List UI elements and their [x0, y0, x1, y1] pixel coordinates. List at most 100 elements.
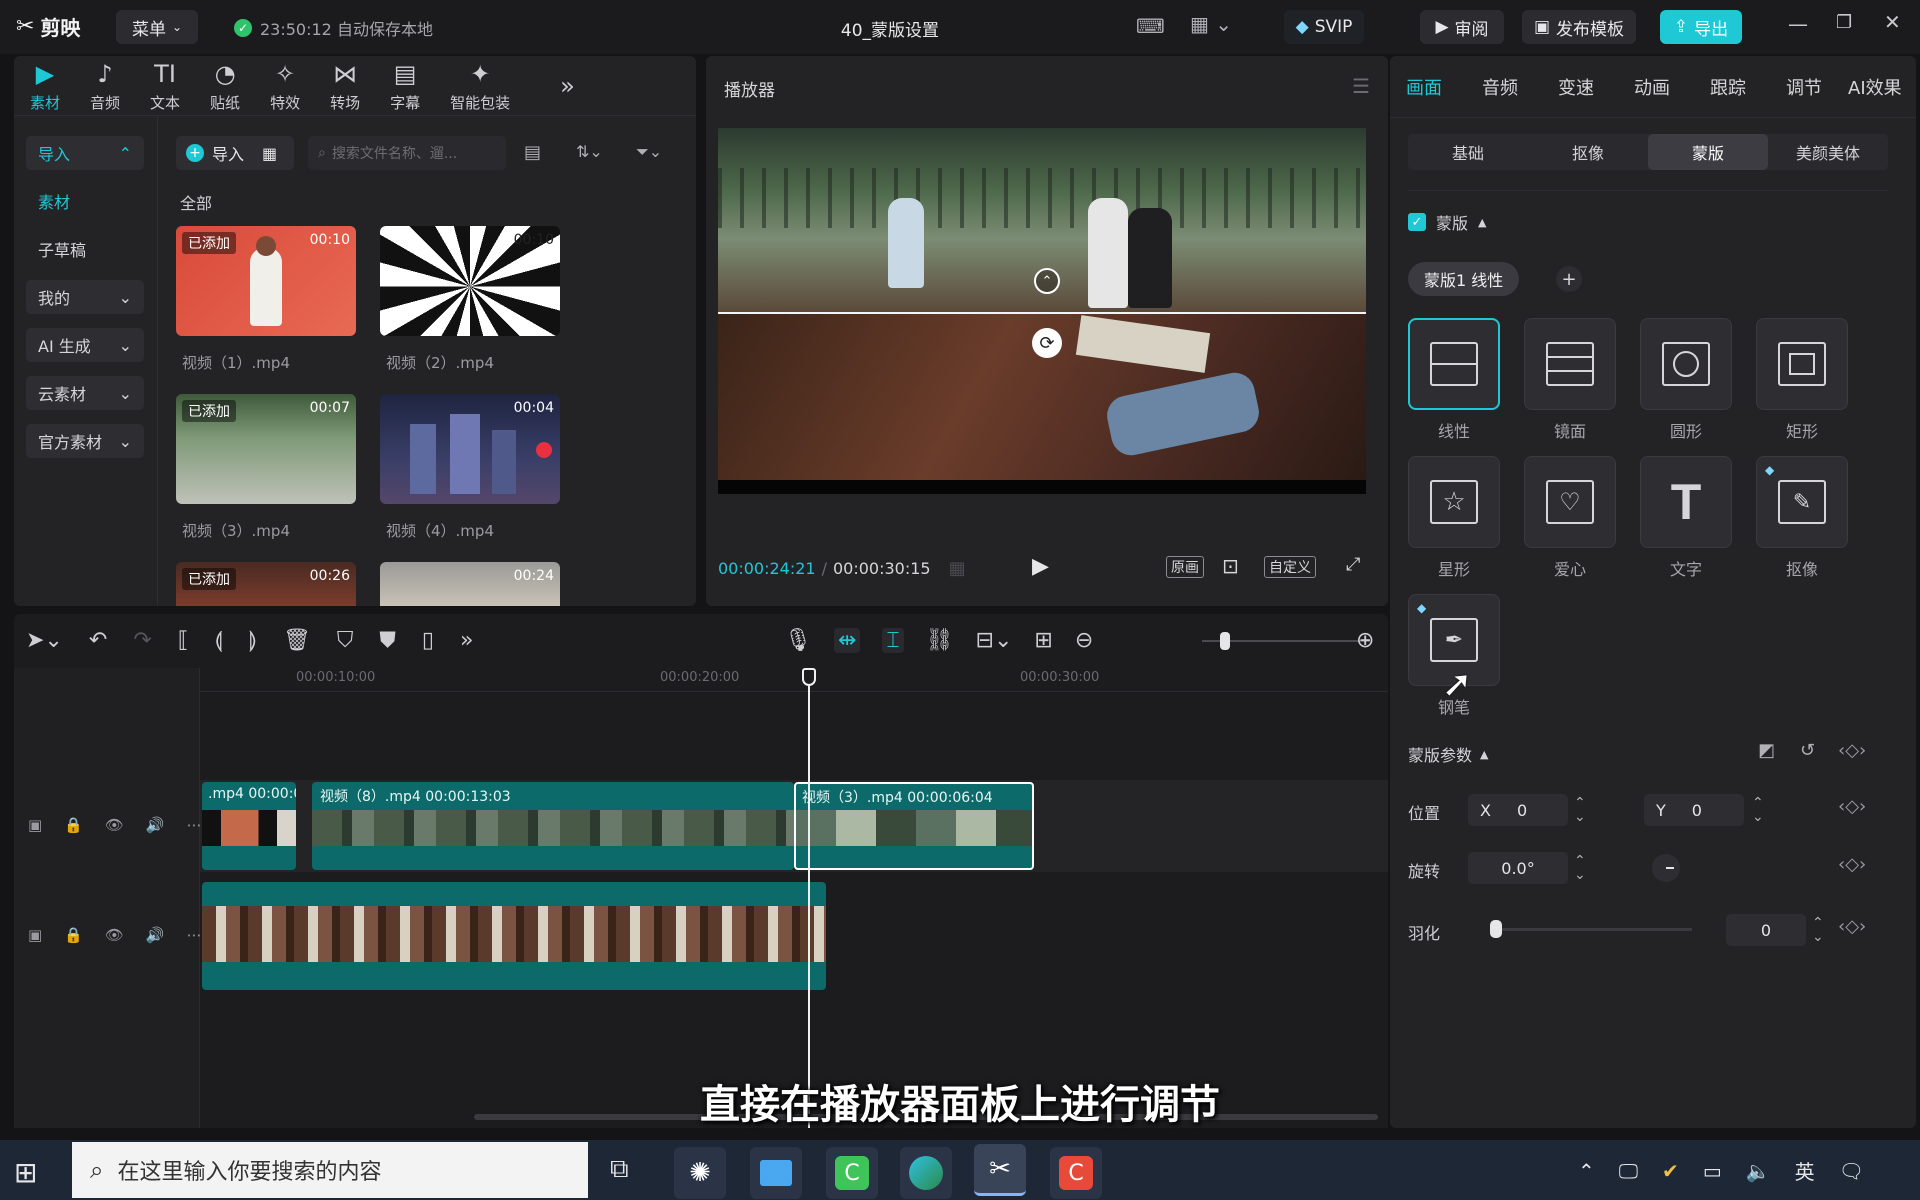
sort-icon[interactable]: ⇅⌄ [576, 142, 603, 161]
security-icon[interactable]: ✔ [1662, 1159, 1679, 1183]
feather-handle-icon[interactable]: ⌃ [1034, 268, 1060, 294]
review-button[interactable]: ▶ 审阅 [1420, 10, 1504, 44]
mask-mirror[interactable] [1524, 318, 1616, 410]
sidebar-item-media[interactable]: 素材 [26, 184, 144, 218]
app-icon-green[interactable]: C [826, 1147, 878, 1199]
sidebar-item-mine[interactable]: 我的 ⌄ [26, 280, 144, 314]
sidebar-item-cloud[interactable]: 云素材 ⌄ [26, 376, 144, 410]
tool-media[interactable]: ▶ 素材 [30, 58, 60, 113]
sidebar-item-import[interactable]: 导入 ⌃ [26, 136, 144, 170]
stepper-icon[interactable]: ⌃ ⌄ [1752, 796, 1764, 824]
mask-enable-checkbox[interactable]: ✓ [1408, 213, 1426, 231]
taskbar-search[interactable]: ⌕ 在这里输入你要搜索的内容 [72, 1142, 588, 1198]
app-icon-red[interactable]: C [1050, 1147, 1102, 1199]
mask-text[interactable]: T [1640, 456, 1732, 548]
main-track-magnet-icon[interactable]: ⇹ [833, 628, 861, 653]
svip-badge[interactable]: ◆ SVIP [1284, 10, 1364, 44]
split-left-icon[interactable]: ⟬ [215, 628, 223, 653]
app-icon-davinci[interactable]: ✺ [674, 1147, 726, 1199]
video-preview[interactable]: ⌃ ⟳ [718, 128, 1366, 494]
import-button[interactable]: + 导入 ▦ [176, 136, 294, 170]
media-clip-3[interactable]: 已添加 00:07 [176, 394, 356, 504]
mask-matting[interactable]: ◆ ✎ [1756, 456, 1848, 548]
tool-text[interactable]: TI 文本 [150, 58, 180, 113]
more-icon[interactable]: » [460, 628, 473, 653]
subtab-basic[interactable]: 基础 [1408, 134, 1528, 170]
delete-icon[interactable]: 🗑 [283, 628, 311, 653]
playhead-handle[interactable] [802, 668, 816, 686]
zoom-fit-icon[interactable]: ⊞ [1034, 628, 1052, 653]
tool-effects[interactable]: ✧ 特效 [270, 58, 300, 113]
tab-ai-effects[interactable]: AI效果 [1848, 74, 1902, 100]
keyboard-icon[interactable]: ⌨ [1136, 14, 1165, 38]
speaker-icon[interactable]: 🔊 [146, 926, 165, 944]
sidebar-item-official[interactable]: 官方素材 ⌄ [26, 424, 144, 458]
media-clip-5[interactable]: 已添加 00:26 [176, 562, 356, 606]
add-mask-icon[interactable]: + [1556, 266, 1582, 292]
subtab-beauty[interactable]: 美颜美体 [1768, 134, 1888, 170]
feather-field[interactable]: 0 [1726, 914, 1806, 946]
tab-audio[interactable]: 音频 [1482, 74, 1518, 100]
app-icon-capcut[interactable]: ✂ [974, 1144, 1026, 1196]
mask-linear[interactable] [1408, 318, 1500, 410]
media-clip-6[interactable]: 00:24 [380, 562, 560, 606]
stepper-icon[interactable]: ⌃ ⌄ [1812, 916, 1824, 944]
media-clip-1[interactable]: 已添加 00:10 [176, 226, 356, 336]
track-cover-icon[interactable]: ▣ [28, 926, 42, 944]
feather-slider-thumb[interactable] [1490, 920, 1502, 938]
tool-audio[interactable]: ♪ 音频 [90, 58, 120, 113]
media-clip-2[interactable]: 00:10 [380, 226, 560, 336]
original-quality-button[interactable]: 原画 [1166, 556, 1204, 578]
eye-icon[interactable]: 👁 [105, 816, 124, 834]
media-search[interactable]: ⌕ 搜索文件名称、遛... [308, 136, 506, 170]
mask-rectangle[interactable] [1756, 318, 1848, 410]
aspect-ratio-button[interactable]: 自定义 [1264, 556, 1316, 578]
screenshot-icon[interactable]: ⊡ [1222, 554, 1239, 578]
publish-template-button[interactable]: ▣ 发布模板 [1522, 10, 1636, 44]
caret-up-icon[interactable]: ▲ [1480, 748, 1488, 761]
tab-animation[interactable]: 动画 [1634, 74, 1670, 100]
sidebar-item-ai[interactable]: AI 生成 ⌄ [26, 328, 144, 362]
timeline-clip[interactable]: 视频（8）.mp4 00:00:13:03 [312, 782, 794, 870]
tool-subtitle[interactable]: ▤ 字幕 [390, 58, 420, 113]
split-right-icon[interactable]: ⟭ [249, 628, 257, 653]
zoom-slider-thumb[interactable] [1220, 632, 1230, 650]
ime-indicator[interactable]: 英 [1795, 1156, 1815, 1185]
split-icon[interactable]: ⟦ [178, 628, 189, 653]
app-icon-explorer[interactable] [750, 1147, 802, 1199]
zoom-in-icon[interactable]: ⊕ [1356, 628, 1374, 653]
tray-chevron-icon[interactable]: ⌃ [1578, 1159, 1595, 1183]
mask-heart[interactable]: ♡ [1524, 456, 1616, 548]
tool-smart-pack[interactable]: ✦ 智能包装 [450, 58, 510, 113]
play-icon[interactable]: ▶ [1032, 554, 1049, 579]
tool-transition[interactable]: ⋈ 转场 [330, 58, 360, 113]
position-y-field[interactable]: Y0 [1644, 794, 1744, 826]
timeline-clip[interactable]: .mp4 00:00:0 [202, 782, 296, 870]
microphone-icon[interactable]: 🎙 [784, 628, 812, 653]
stepper-icon[interactable]: ⌃ ⌄ [1574, 854, 1586, 882]
tab-adjust[interactable]: 调节 [1786, 74, 1822, 100]
more-dots-icon[interactable]: ⋯ [187, 926, 202, 944]
lock-icon[interactable]: 🔒 [64, 816, 83, 834]
mask-star[interactable]: ☆ [1408, 456, 1500, 548]
windows-start-icon[interactable]: ⊞ [14, 1156, 37, 1189]
invert-mask-icon[interactable]: ◩ [1758, 740, 1775, 761]
tab-tracking[interactable]: 跟踪 [1710, 74, 1746, 100]
rotate-handle-icon[interactable]: ⟳ [1032, 328, 1062, 358]
speaker-icon[interactable]: 🔊 [146, 816, 165, 834]
mask-chip[interactable]: 蒙版1 线性 [1408, 262, 1520, 296]
app-icon-edge[interactable] [900, 1147, 952, 1199]
caret-up-icon[interactable]: ▲ [1478, 216, 1486, 229]
snap-icon[interactable]: ⌶ [882, 628, 904, 653]
undo-icon[interactable]: ↶ [89, 628, 107, 653]
eye-icon[interactable]: 👁 [105, 926, 124, 944]
crop-icon[interactable]: ▯ [422, 628, 434, 653]
rotation-field[interactable]: 0.0° [1468, 852, 1568, 884]
lock-icon[interactable]: 🔒 [64, 926, 83, 944]
subtab-mask[interactable]: 蒙版 [1648, 134, 1768, 170]
keyframe-icon[interactable]: ‹◇› [1838, 796, 1866, 817]
more-tools-icon[interactable]: » [560, 70, 575, 102]
sidebar-item-subdraft[interactable]: 子草稿 [26, 232, 144, 266]
main-track-clip[interactable] [202, 882, 826, 990]
redo-icon[interactable]: ↷ [133, 628, 151, 653]
